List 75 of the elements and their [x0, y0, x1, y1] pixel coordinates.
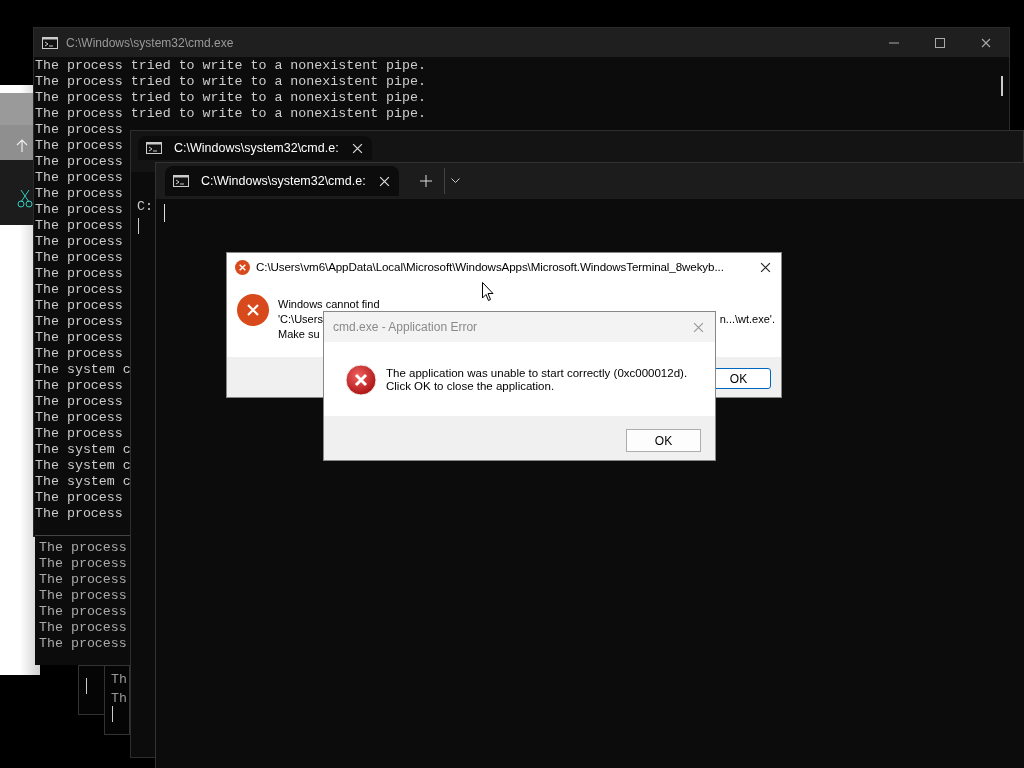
- console-line: The process: [35, 346, 123, 362]
- console-line: The process: [35, 426, 123, 442]
- window-title: C:\Windows\system32\cmd.exe: [66, 34, 234, 52]
- console-line: The process: [35, 394, 123, 410]
- console-line: The process: [35, 218, 123, 234]
- console-line: The process tried to write to a nonexistent pipe.: [35, 106, 426, 122]
- console-line: The process tried to write to a nonexistent pipe.: [35, 58, 426, 74]
- dialog-title: C:\Users\vm6\AppData\Local\Microsoft\WindowsApps\Microsoft.WindowsTerminal_8wekyb...: [256, 259, 724, 276]
- console-line: The system c: [35, 474, 131, 490]
- error-icon: [235, 259, 250, 275]
- tab-close-button[interactable]: [377, 174, 391, 188]
- console-line: The system c: [35, 442, 131, 458]
- prompt-text: C:: [137, 199, 153, 215]
- dialog-title: cmd.exe - Application Error: [333, 319, 478, 336]
- console-line: The process: [39, 572, 127, 588]
- console-line: The process: [39, 604, 127, 620]
- chevron-down-icon: [451, 178, 460, 184]
- console-line: The process: [35, 506, 123, 522]
- console-line: The process: [35, 202, 123, 218]
- text-cursor: [86, 678, 87, 694]
- console-line: The process: [39, 588, 127, 604]
- console-line: The process: [35, 154, 123, 170]
- text-cursor: [112, 706, 113, 722]
- text-cursor: [138, 218, 139, 234]
- mouse-pointer-icon: [482, 282, 494, 302]
- maximize-icon: [935, 37, 945, 48]
- error-icon: [237, 294, 269, 326]
- ok-button[interactable]: OK: [626, 429, 701, 452]
- message-text: n...\wt.exe'.: [719, 312, 775, 327]
- console-line: The process: [35, 122, 123, 138]
- console-line: The system c: [35, 458, 131, 474]
- terminal-tab[interactable]: C:\Windows\system32\cmd.e:: [138, 136, 372, 160]
- console-line: The process tried to write to a nonexistent pipe.: [35, 90, 426, 106]
- console-line: The process: [35, 170, 123, 186]
- console-line: The process: [39, 636, 127, 652]
- console-line: The process: [35, 282, 123, 298]
- console-line: The process: [35, 234, 123, 250]
- console-line: The process: [35, 186, 123, 202]
- console-line: The system c: [35, 362, 131, 378]
- close-icon: [378, 175, 390, 187]
- console-icon: [42, 36, 58, 49]
- scrollbar-thumb: [1001, 76, 1003, 96]
- text-cursor: [164, 204, 165, 222]
- console-line: The process: [35, 378, 123, 394]
- close-icon: [981, 37, 991, 48]
- console-line: The process: [35, 266, 123, 282]
- up-arrow-icon: [16, 139, 28, 153]
- console-icon: [173, 175, 189, 187]
- message-text: 'C:\Users: [278, 312, 323, 327]
- close-icon: [693, 321, 704, 333]
- console-icon: [146, 142, 162, 154]
- console-line: The process: [39, 556, 127, 572]
- console-line: The process: [35, 138, 123, 154]
- console-line: Th: [111, 671, 127, 689]
- console-line: The process: [35, 330, 123, 346]
- error-icon: [345, 364, 377, 396]
- console-line: The process: [35, 250, 123, 266]
- console-line: The process: [35, 410, 123, 426]
- scissors-icon: [17, 188, 33, 208]
- tab-close-button[interactable]: [350, 141, 364, 155]
- console-line: The process: [39, 540, 127, 556]
- minimize-icon: [889, 41, 899, 44]
- terminal-tab[interactable]: C:\Windows\system32\cmd.e:: [165, 166, 399, 196]
- plus-icon: [420, 175, 432, 187]
- console-line: Th: [111, 690, 127, 708]
- close-icon: [351, 142, 363, 154]
- message-text: Make su: [278, 327, 320, 342]
- message-text: Windows cannot find: [278, 297, 380, 312]
- console-line: The process: [35, 298, 123, 314]
- message-text: The application was unable to start correctly (0xc000012d). Click OK to close the application.: [386, 367, 688, 393]
- console-line: The process: [35, 314, 123, 330]
- console-line: The process tried to write to a nonexistent pipe.: [35, 74, 426, 90]
- close-icon: [760, 261, 771, 273]
- console-line: The process: [35, 490, 123, 506]
- console-line: The process: [39, 620, 127, 636]
